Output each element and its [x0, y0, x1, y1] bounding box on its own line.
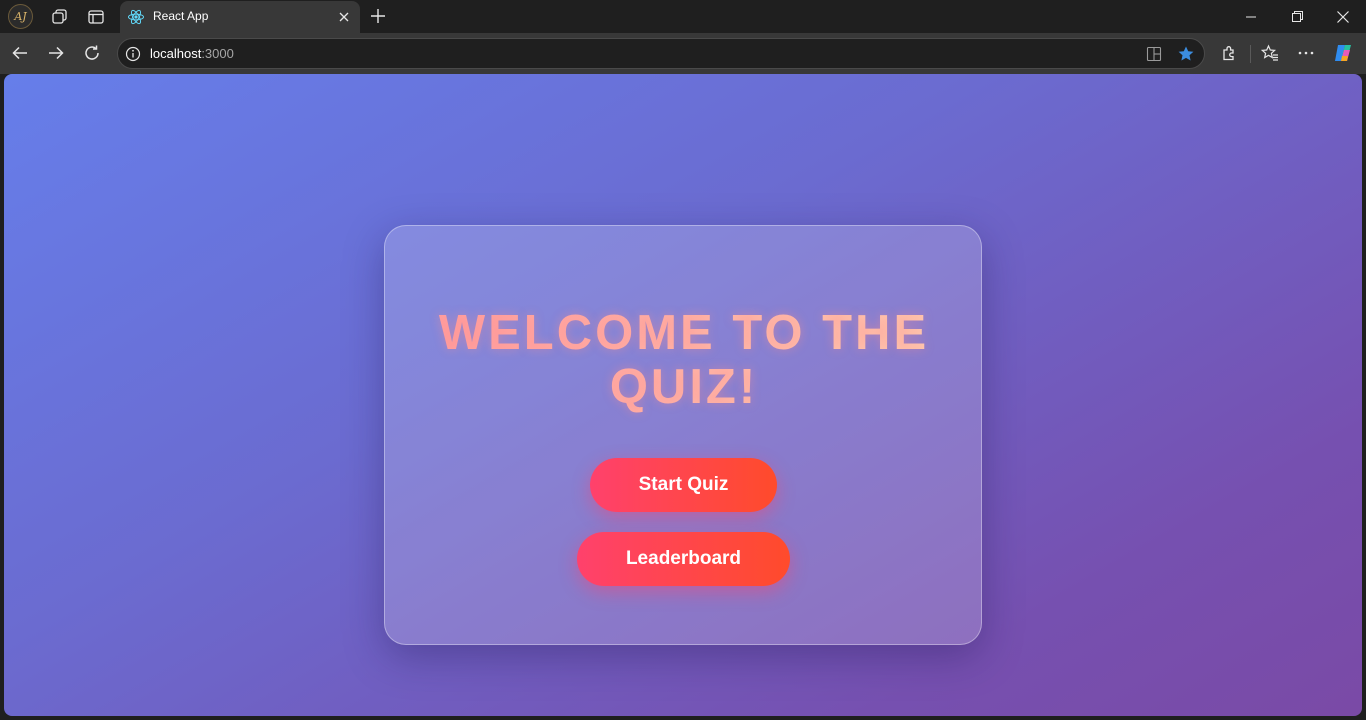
copilot-icon[interactable] [1331, 41, 1355, 65]
profile-initials: AJ [14, 10, 27, 23]
extensions-icon[interactable] [1217, 41, 1241, 65]
more-options-icon[interactable] [1294, 41, 1318, 65]
favorites-icon[interactable] [1258, 41, 1282, 65]
browser-toolbar: localhost:3000 [0, 33, 1366, 74]
minimize-icon[interactable] [1228, 0, 1274, 33]
site-info-icon[interactable] [124, 45, 142, 63]
start-quiz-button[interactable]: Start Quiz [590, 458, 777, 512]
app-available-icon[interactable] [1144, 44, 1164, 64]
url-text[interactable]: localhost:3000 [150, 46, 234, 61]
workspaces-icon[interactable] [49, 6, 71, 28]
url-port: :3000 [201, 46, 234, 61]
welcome-heading: WELCOME TO THE QUIZ! [385, 306, 983, 414]
restore-icon[interactable] [1274, 0, 1320, 33]
forward-icon[interactable] [44, 41, 68, 65]
tab-title: React App [153, 9, 209, 23]
back-icon[interactable] [8, 41, 32, 65]
favorite-star-icon[interactable] [1176, 44, 1196, 64]
welcome-card: WELCOME TO THE QUIZ! Start Quiz Leaderbo… [384, 225, 982, 645]
toolbar-divider [1250, 45, 1251, 63]
close-window-icon[interactable] [1320, 0, 1366, 33]
url-host: localhost [150, 46, 202, 61]
tab-react-app[interactable]: React App [120, 1, 360, 33]
refresh-icon[interactable] [80, 41, 104, 65]
leaderboard-button[interactable]: Leaderboard [577, 532, 790, 586]
tab-strip: AJ React App [0, 0, 1366, 33]
close-tab-icon[interactable] [336, 9, 352, 25]
profile-avatar[interactable]: AJ [8, 4, 33, 29]
tab-actions-icon[interactable] [85, 6, 107, 28]
address-bar[interactable]: localhost:3000 [117, 38, 1205, 69]
react-logo-icon [127, 8, 145, 26]
page-viewport: WELCOME TO THE QUIZ! Start Quiz Leaderbo… [4, 74, 1362, 716]
new-tab-icon[interactable] [367, 5, 389, 27]
